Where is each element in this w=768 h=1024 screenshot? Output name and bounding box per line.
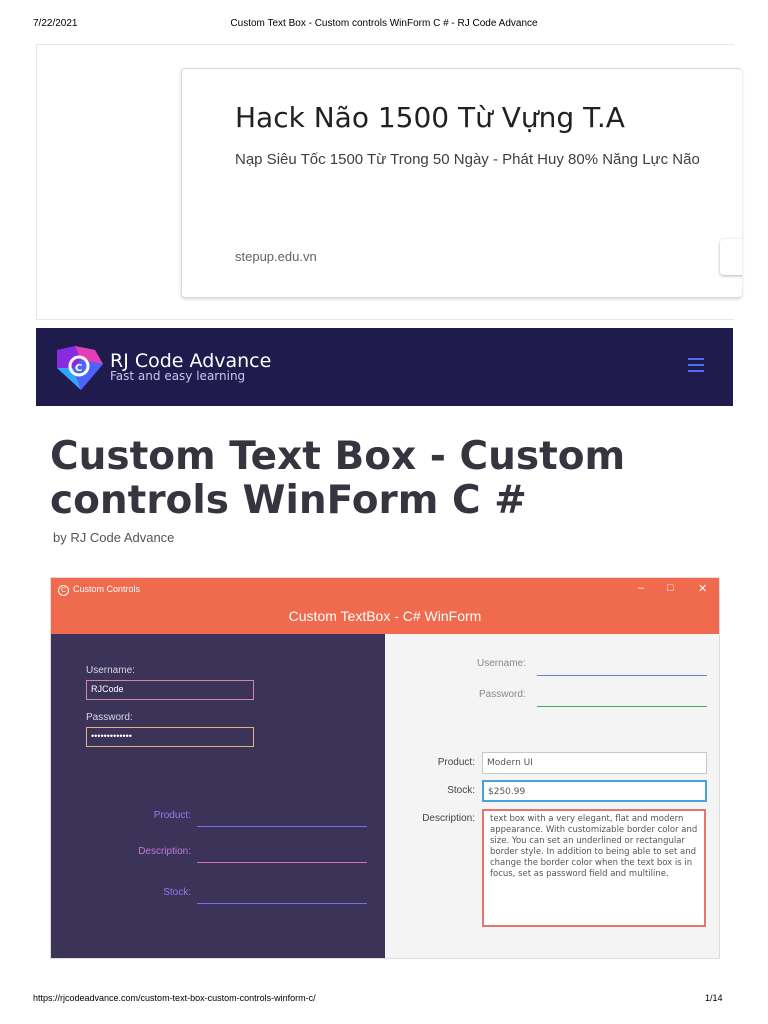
site-navbar: C RJ Code Advance Fast and easy learning: [36, 328, 733, 406]
article-screenshot-window: C Custom Controls – □ ✕ Custom TextBox - …: [50, 577, 720, 959]
ad-action-button[interactable]: [720, 239, 742, 275]
window-heading: Custom TextBox - C# WinForm: [288, 608, 482, 624]
left-password-label: Password:: [86, 712, 133, 723]
left-username-label: Username:: [86, 665, 135, 676]
light-form-panel: Username: Password: Product: Modern UI S…: [385, 634, 719, 958]
left-product-underline-input[interactable]: [197, 826, 367, 827]
right-password-underline-input[interactable]: [537, 706, 707, 707]
right-username-underline-input[interactable]: [537, 675, 707, 676]
hamburger-menu-icon[interactable]: [688, 358, 704, 372]
window-maximize-button[interactable]: □: [667, 582, 674, 594]
left-stock-label: Stock:: [163, 887, 191, 898]
app-title-text: Custom Controls: [73, 584, 141, 594]
ad-card[interactable]: Hack Não 1500 Từ Vựng T.A Nạp Siêu Tốc 1…: [181, 68, 742, 298]
left-stock-underline-input[interactable]: [197, 903, 367, 904]
dark-form-panel: Username: RJCode Password: •••••••••••••…: [51, 634, 385, 958]
window-titlebar: C Custom Controls – □ ✕ Custom TextBox - …: [51, 578, 719, 634]
left-description-label: Description:: [138, 846, 191, 857]
right-password-label: Password:: [479, 689, 526, 700]
article-title: Custom Text Box - Custom controls WinFor…: [50, 434, 626, 523]
ad-title[interactable]: Hack Não 1500 Từ Vựng T.A: [235, 101, 625, 134]
right-description-label: Description:: [422, 813, 475, 824]
print-footer-url: https://rjcodeadvance.com/custom-text-bo…: [33, 993, 316, 1003]
window-close-button[interactable]: ✕: [698, 582, 707, 595]
right-product-label: Product:: [437, 757, 475, 768]
left-product-label: Product:: [153, 810, 191, 821]
left-description-underline-input[interactable]: [197, 862, 367, 863]
brand-logo-icon[interactable]: C: [51, 342, 109, 394]
print-page-number: 1/14: [705, 993, 723, 1003]
right-product-input[interactable]: Modern UI: [482, 752, 707, 774]
ad-url[interactable]: stepup.edu.vn: [235, 249, 317, 264]
print-page-title: Custom Text Box - Custom controls WinFor…: [230, 18, 538, 29]
left-password-input[interactable]: •••••••••••••: [86, 727, 254, 747]
app-icon: C: [58, 585, 69, 596]
ad-subtitle: Nạp Siêu Tốc 1500 Từ Trong 50 Ngày - Phá…: [235, 151, 700, 168]
brand-tagline: Fast and easy learning: [110, 369, 246, 383]
left-username-input[interactable]: RJCode: [86, 680, 254, 700]
window-app-title: C Custom Controls: [58, 584, 140, 596]
right-description-textarea[interactable]: text box with a very elegant, flat and m…: [482, 809, 706, 927]
right-username-label: Username:: [477, 658, 526, 669]
right-stock-input[interactable]: $250.99: [482, 780, 707, 802]
article-byline: by RJ Code Advance: [53, 530, 175, 545]
svg-text:C: C: [75, 363, 82, 374]
right-stock-label: Stock:: [447, 785, 475, 796]
window-minimize-button[interactable]: –: [638, 582, 644, 594]
